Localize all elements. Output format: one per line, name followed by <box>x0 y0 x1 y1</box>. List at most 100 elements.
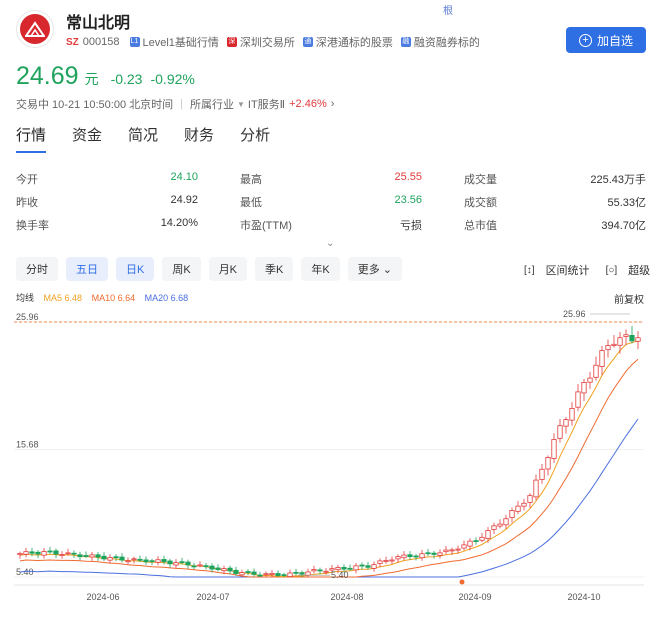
tab-funds[interactable]: 资金 <box>72 124 102 153</box>
candle-body <box>53 550 59 555</box>
expand-chevron-icon[interactable]: ⌄ <box>326 238 334 249</box>
y-tick-label: 15.68 <box>16 440 39 450</box>
candle-body <box>611 343 617 346</box>
period-button[interactable]: 季K <box>255 257 294 281</box>
tab-analysis[interactable]: 分析 <box>240 124 270 153</box>
period-button[interactable]: 五日 <box>66 257 108 281</box>
stat-cell: 成交额 55.33亿 <box>464 194 646 210</box>
candle-body <box>587 377 593 383</box>
candle-body <box>137 558 143 561</box>
candle-body <box>383 560 389 562</box>
stat-value: 25.55 <box>394 170 422 183</box>
ma20-line <box>19 418 639 578</box>
stats-row: 昨收 24.92 最低 23.56 成交额 55.33亿 <box>16 190 646 213</box>
candle-body <box>23 551 29 555</box>
candle-body <box>467 540 473 547</box>
candle-body <box>35 551 41 555</box>
period-button[interactable]: 年K <box>301 257 340 281</box>
candle-body <box>569 407 575 421</box>
candle-body <box>209 565 215 570</box>
main-tabs: 行情 资金 简况 财务 分析 <box>16 124 296 153</box>
candle-body <box>497 523 503 527</box>
candle-body <box>59 554 65 556</box>
stat-label: 成交量 <box>464 173 497 186</box>
x-tick-label: 2024-09 <box>458 592 491 602</box>
trade-status: 交易中 10-21 10:50:00 北京时间 <box>16 99 174 111</box>
stat-cell: 换手率 14.20% <box>16 217 198 233</box>
candle-body <box>509 510 515 518</box>
super-view-button[interactable]: [○]超级视图 <box>598 262 650 278</box>
tab-profile[interactable]: 简况 <box>128 124 158 153</box>
candle-body <box>353 565 359 571</box>
tag-margin[interactable]: 融融资融券标的 <box>400 34 480 50</box>
candle-body <box>275 573 281 577</box>
x-tick-label: 2024-06 <box>86 592 119 602</box>
stock-tags: SZ 000158 L1 Level1基础行情 深深圳交易所 通深港通标的股票 融… <box>66 34 488 50</box>
candle-body <box>527 495 533 503</box>
candle-body <box>371 564 377 569</box>
period-button[interactable]: 分时 <box>16 257 58 281</box>
kline-chart[interactable]: 25.96 15.68 5.40 2024-06 2024-07 2024-08 2024-… <box>0 305 650 620</box>
report-mark[interactable]: 根 <box>443 2 453 17</box>
candle-body <box>107 557 113 561</box>
candle-body <box>317 569 323 572</box>
candle-body <box>197 564 203 567</box>
period-button[interactable]: 月K <box>208 257 248 281</box>
tag-szse[interactable]: 深深圳交易所 <box>226 34 295 50</box>
candle-body <box>617 337 623 346</box>
candle-body <box>473 540 479 543</box>
adjust-mode-button[interactable]: 前复权 <box>614 291 644 306</box>
period-button[interactable]: 更多 ⌄ <box>347 257 402 281</box>
candle-body <box>299 572 305 575</box>
range-stats-button[interactable]: [↕] 区间统计 <box>516 262 590 278</box>
candle-body <box>113 556 119 559</box>
stock-name: 常山北明 <box>66 15 131 32</box>
candle-body <box>77 554 83 558</box>
candle-body <box>341 566 347 570</box>
candle-body <box>29 551 35 554</box>
candle-body <box>293 571 299 574</box>
candle-body <box>575 391 581 408</box>
candle-body <box>563 419 569 427</box>
candle-body <box>155 559 161 563</box>
candle-body <box>455 548 461 551</box>
industry-link[interactable]: 所属行业 ▼ IT服务Ⅱ +2.46% › <box>190 96 334 112</box>
stock-code: 000158 <box>82 36 120 48</box>
tab-finance[interactable]: 财务 <box>184 124 214 153</box>
market-code: SZ <box>66 36 79 48</box>
candle-body <box>287 572 293 577</box>
candle-body <box>599 350 605 367</box>
min-label: 5.40 <box>331 570 349 580</box>
stat-label: 最低 <box>240 196 262 209</box>
period-button[interactable]: 周K <box>162 257 201 281</box>
candle-body <box>101 555 107 560</box>
candle-body <box>83 555 89 557</box>
period-button[interactable]: 日K <box>116 257 155 281</box>
candle-body <box>635 337 641 342</box>
stat-cell: 总市值 394.70亿 <box>464 217 646 233</box>
chevron-down-icon: ⌄ <box>382 263 392 276</box>
stat-cell: 最高 25.55 <box>240 171 422 187</box>
tab-quote[interactable]: 行情 <box>16 124 47 153</box>
candle-body <box>437 552 443 556</box>
tag-level1[interactable]: L1 Level1基础行情 <box>129 34 219 50</box>
candle-body <box>281 574 287 577</box>
stat-label: 市盈(TTM) <box>240 219 292 232</box>
candle-body <box>539 468 545 480</box>
candle-body <box>389 559 395 562</box>
candle-body <box>239 572 245 576</box>
candle-body <box>629 335 635 342</box>
candle-body <box>47 550 53 553</box>
plus-icon: + <box>578 33 592 47</box>
max-label: 25.96 <box>563 309 586 319</box>
y-tick-label: 5.40 <box>16 567 34 577</box>
add-watchlist-button[interactable]: + 加自选 <box>566 27 646 53</box>
stat-cell: 市盈(TTM) 亏损 <box>240 217 422 233</box>
x-tick-label: 2024-07 <box>196 592 229 602</box>
candle-body <box>359 564 365 567</box>
candle-body <box>251 571 257 575</box>
stat-label: 成交额 <box>464 196 497 209</box>
tag-hk-connect[interactable]: 通深港通标的股票 <box>302 34 393 50</box>
ma5-line <box>19 340 639 578</box>
mountain-icon <box>25 21 45 37</box>
